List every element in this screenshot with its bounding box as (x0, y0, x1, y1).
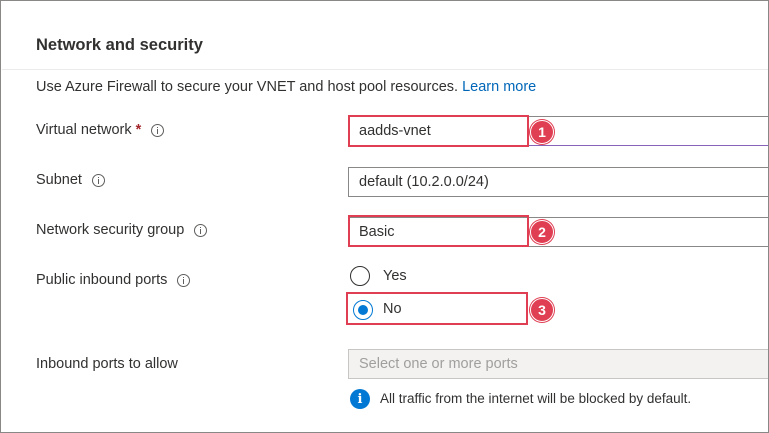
radio-yes-label[interactable]: Yes (383, 268, 407, 284)
virtual-network-label-row: Virtual network * (36, 122, 165, 138)
public-inbound-label: Public inbound ports (36, 272, 168, 288)
callout-box-1 (348, 115, 529, 147)
callout-badge-2: 2 (530, 220, 554, 244)
virtual-network-label: Virtual network (36, 122, 132, 138)
info-icon[interactable] (177, 273, 191, 287)
inbound-ports-label-row: Inbound ports to allow (36, 356, 178, 372)
callout-box-2 (348, 215, 529, 247)
info-filled-icon: i (350, 389, 370, 409)
inbound-ports-placeholder: Select one or more ports (359, 356, 518, 372)
section-divider (2, 69, 768, 70)
learn-more-link[interactable]: Learn more (462, 79, 536, 95)
nsg-label: Network security group (36, 222, 185, 238)
info-icon[interactable] (151, 123, 165, 137)
section-description: Use Azure Firewall to secure your VNET a… (36, 79, 536, 95)
required-asterisk: * (135, 122, 142, 138)
inbound-ports-select[interactable]: Select one or more ports (348, 349, 768, 379)
network-security-panel: Network and security Use Azure Firewall … (0, 0, 769, 433)
inbound-ports-note: All traffic from the internet will be bl… (380, 391, 692, 406)
callout-badge-1: 1 (530, 120, 554, 144)
description-text: Use Azure Firewall to secure your VNET a… (36, 79, 459, 95)
subnet-label-row: Subnet (36, 172, 105, 188)
subnet-label: Subnet (36, 172, 82, 188)
radio-yes[interactable] (350, 266, 370, 286)
section-title: Network and security (36, 36, 203, 54)
callout-badge-3: 3 (530, 298, 554, 322)
callout-box-3 (346, 292, 528, 325)
info-icon[interactable] (91, 173, 105, 187)
subnet-select[interactable]: default (10.2.0.0/24) (348, 167, 768, 197)
public-inbound-label-row: Public inbound ports (36, 272, 191, 288)
info-icon[interactable] (194, 223, 208, 237)
subnet-value: default (10.2.0.0/24) (359, 174, 489, 190)
nsg-label-row: Network security group (36, 222, 208, 238)
inbound-ports-label: Inbound ports to allow (36, 356, 178, 372)
